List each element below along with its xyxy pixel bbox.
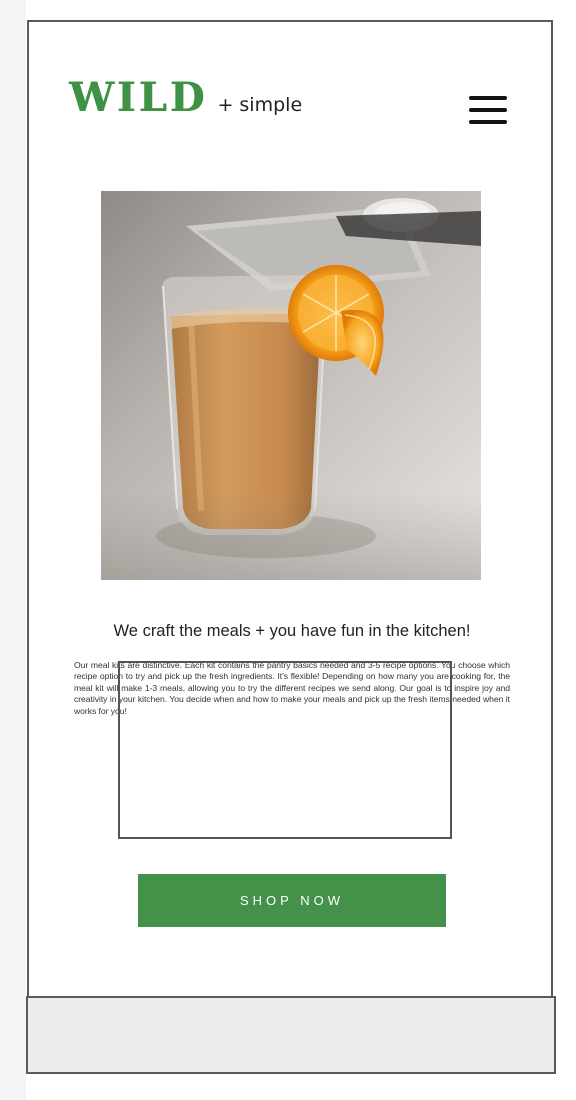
page: WILD + simple We craft the meals + you h… [26, 0, 576, 1100]
logo[interactable]: WILD + simple [69, 74, 302, 121]
left-gutter [0, 0, 27, 1100]
logo-simple-text: + simple [217, 94, 303, 116]
shop-now-button[interactable]: SHOP NOW [138, 874, 446, 927]
smoothie-image [101, 191, 481, 580]
hamburger-menu-icon[interactable] [469, 96, 507, 124]
hero-image [101, 191, 481, 580]
headline: We craft the meals + you have fun in the… [113, 622, 471, 640]
menu-line [469, 120, 507, 124]
mobile-frame: WILD + simple We craft the meals + you h… [27, 20, 553, 996]
footer-bar [26, 996, 556, 1074]
menu-line [469, 108, 507, 112]
logo-wild-text: WILD [69, 74, 208, 121]
description-paragraph: Our meal kits are distinctive. Each kit … [74, 660, 510, 716]
menu-line [469, 96, 507, 100]
